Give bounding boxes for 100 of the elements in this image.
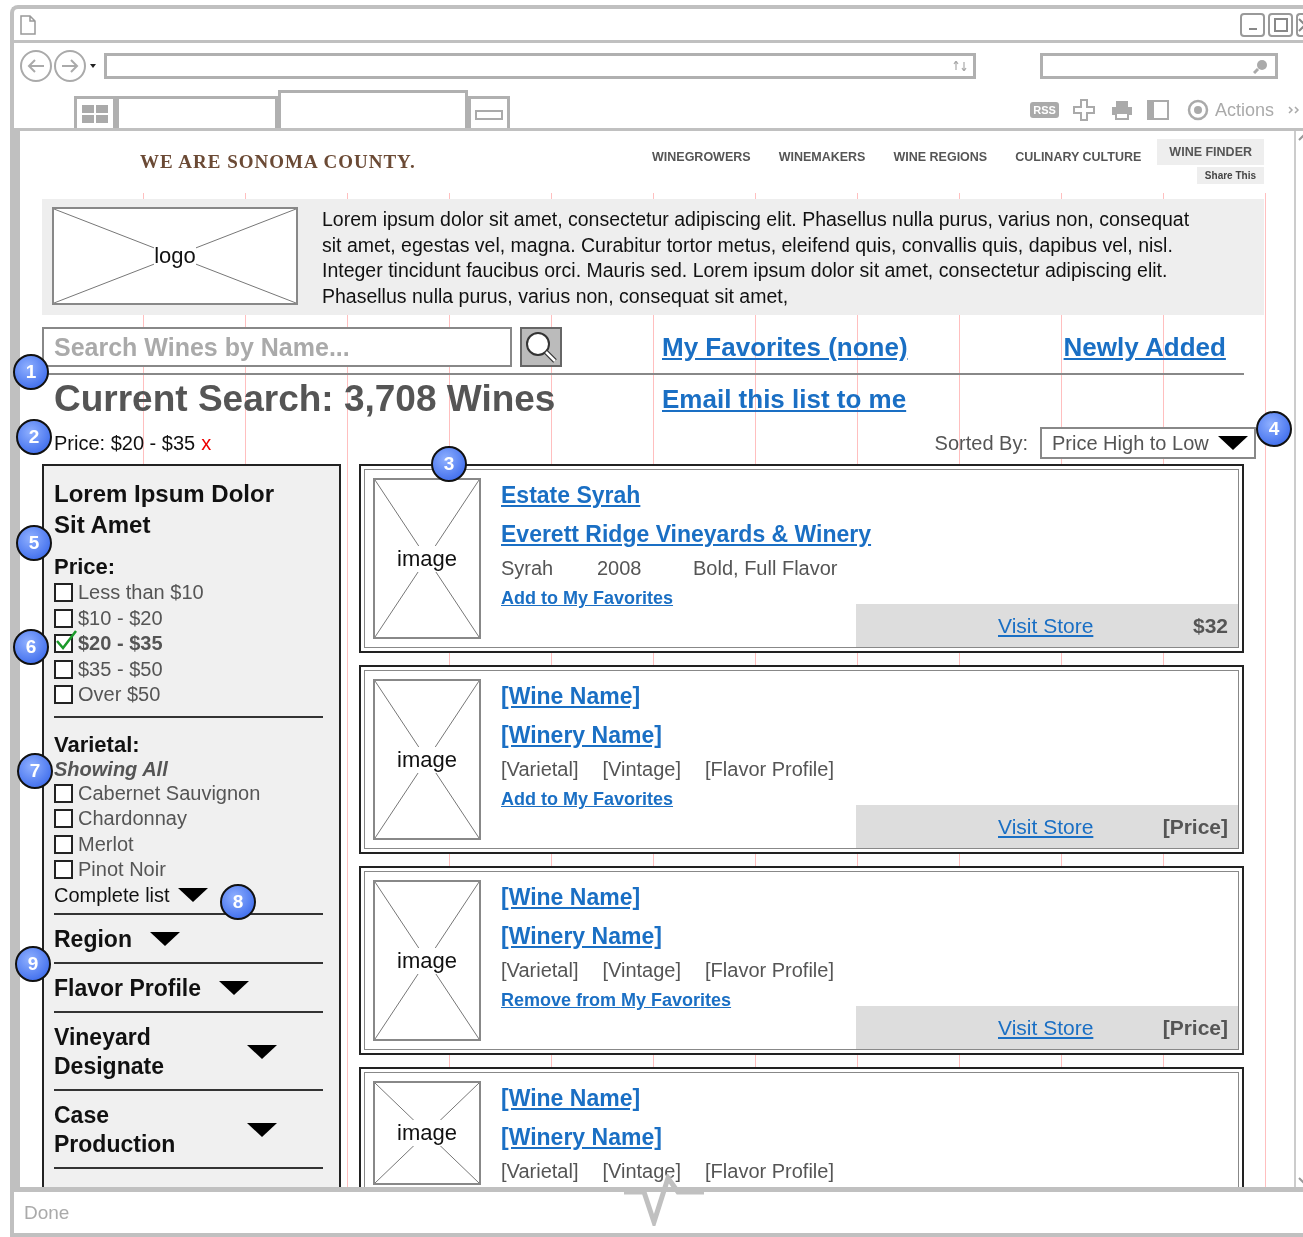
checkbox[interactable] [54,809,73,829]
caret-icon [149,932,180,946]
caret-icon [247,1044,277,1059]
caret-icon [219,981,249,995]
winery-link[interactable]: Everett Ridge Vineyards & Winery [501,515,872,554]
wine-detail: Bold, Full Flavor [693,556,838,581]
checkbox[interactable] [54,685,73,705]
address-field[interactable] [104,53,976,79]
wine-name-link[interactable]: [Wine Name] [501,1079,641,1118]
winery-link[interactable]: [Winery Name] [501,917,662,956]
chevron-icon[interactable] [1288,106,1300,114]
wine-detail: [Flavor Profile] [705,1159,834,1184]
browser-tab[interactable] [278,90,468,128]
image-label: image [397,746,457,773]
caret-icon [177,888,208,902]
image-label: image [397,947,457,974]
status-text: Done [24,1201,70,1224]
checkbox[interactable] [54,783,73,803]
option-label: Chardonnay [78,807,187,831]
wine-name-link[interactable]: Estate Syrah [501,476,641,515]
sort-dropdown[interactable]: Price High to Low [1040,427,1256,459]
tab-grid-button[interactable] [74,96,116,128]
wine-price: [Price] [1162,1015,1228,1040]
section-title: Varietal: [54,731,141,758]
visit-store-link[interactable]: Visit Store [998,613,1094,638]
newly-added-link[interactable]: Newly Added [1063,331,1226,363]
favorites-action-link[interactable]: Add to My Favorites [501,588,674,609]
caret-icon [1218,436,1248,450]
option-label: Pinot Noir [78,858,166,882]
section-title: Price: [54,554,117,580]
back-arrow-icon [27,58,45,74]
wine-detail: [Vintage] [602,757,682,782]
maximize-button[interactable] [1268,12,1293,37]
back-button[interactable] [20,50,52,82]
minimize-button[interactable] [1240,12,1265,37]
option-label: $10 - $20 [78,606,163,630]
filter-section-toggle[interactable]: Flavor Profile [54,963,323,1013]
email-link[interactable]: Email this list to me [662,383,907,415]
visit-store-link[interactable]: Visit Store [998,1015,1094,1040]
checkbox[interactable] [54,583,73,603]
results-heading: Current Search: 3,708 Wines [54,378,557,420]
grid-icon [82,104,108,123]
filter-section-toggle[interactable]: Vineyard Designate [54,1012,323,1091]
checkmark-icon [55,629,77,652]
caret-icon[interactable] [90,64,96,68]
remove-filter-button[interactable]: x [195,431,212,455]
winery-link[interactable]: [Winery Name] [501,1118,662,1157]
favorites-link[interactable]: My Favorites (none) [662,331,908,363]
panel-title: Lorem Ipsum Dolor Sit Amet [54,479,276,540]
new-tab-button[interactable] [468,96,510,128]
new-tab-icon [475,107,503,120]
wine-price: [Price] [1162,814,1228,839]
checkbox[interactable] [54,860,73,880]
image-label: image [397,1120,457,1146]
search-icon[interactable] [1253,58,1269,74]
wine-name-link[interactable]: [Wine Name] [501,677,641,716]
checkbox[interactable] [54,659,73,679]
nav-link[interactable]: WINE FINDER [1157,139,1264,165]
printer-icon[interactable] [1110,100,1133,120]
option-label: Cabernet Sauvignon [78,781,261,805]
nav-link[interactable]: CULINARY CULTURE [1003,144,1154,170]
search-field[interactable] [1040,53,1278,79]
favorites-action-link[interactable]: Add to My Favorites [501,789,674,810]
nav-link[interactable]: WINE REGIONS [881,144,1000,170]
showing-note: Showing All [54,757,169,781]
wine-detail: Syrah [501,556,555,581]
nav-link[interactable]: WINEMAKERS [766,144,878,170]
wine-detail: [Flavor Profile] [705,958,834,983]
wine-detail: 2008 [597,556,643,581]
wine-price: $32 [1192,613,1228,638]
minimize-icon [1247,27,1258,30]
page-icon [20,14,36,35]
caret-icon [247,1122,277,1137]
search-field[interactable]: Search Wines by Name... [42,327,512,367]
refresh-icon[interactable] [953,61,967,71]
option-label: $35 - $50 [78,657,163,681]
checkbox[interactable] [54,608,73,628]
nav-link[interactable]: WINEGROWERS [640,144,763,170]
option-label: Less than $10 [78,581,204,605]
wine-detail: [Vintage] [602,1159,682,1184]
target-icon[interactable] [1186,99,1209,121]
wine-name-link[interactable]: [Wine Name] [501,878,641,917]
site-logo[interactable]: WE ARE SONOMA COUNTY. [140,151,416,173]
wine-detail: [Varietal] [501,757,579,782]
option-label: Merlot [78,832,134,856]
favorites-action-link[interactable]: Remove from My Favorites [501,990,732,1011]
search-button[interactable] [520,327,562,367]
wine-detail: [Varietal] [501,958,579,983]
plus-icon[interactable] [1072,99,1097,121]
sort-label: Sorted By: [934,431,1028,455]
complete-list-dropdown[interactable]: Complete list [54,883,208,907]
wine-detail: [Varietal] [501,1159,579,1184]
maximize-icon [1273,17,1288,32]
checkbox[interactable] [54,834,73,854]
filter-section-toggle[interactable]: Case Production [54,1090,323,1169]
winery-link[interactable]: [Winery Name] [501,716,662,755]
browser-tab[interactable] [116,96,278,128]
search-icon [524,330,558,364]
share-link[interactable]: Share This [1196,167,1264,184]
visit-store-link[interactable]: Visit Store [998,814,1094,839]
